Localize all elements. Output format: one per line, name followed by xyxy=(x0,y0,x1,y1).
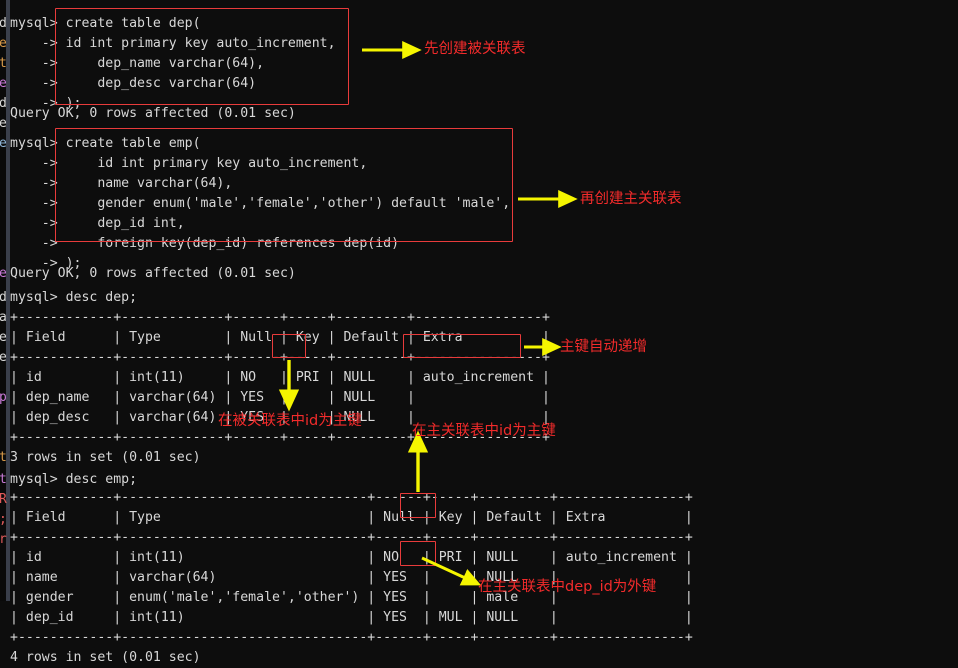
terminal-line: -> dep_id int, xyxy=(10,216,185,231)
terminal-line: -> id int primary key auto_increment, xyxy=(10,156,368,171)
annotation-a3: 主键自动递增 xyxy=(560,339,647,355)
terminal-line: mysql> desc emp; xyxy=(10,472,138,487)
terminal-line: Query OK, 0 rows affected (0.01 sec) xyxy=(10,266,296,281)
terminal-line: mysql> desc dep; xyxy=(10,290,138,305)
annotation-a5: 在主关联表中id为主键 xyxy=(412,423,556,439)
terminal-line: +------------+-------------+------+-----… xyxy=(10,310,550,325)
terminal-line: -> dep_name varchar(64), xyxy=(10,56,265,71)
terminal-line: | id | int(11) | NO | PRI | NULL | auto_… xyxy=(10,370,550,385)
terminal-window[interactable]: detedeeedaeepttR;r mysql> create table d… xyxy=(0,0,958,665)
annotation-a1: 先创建被关联表 xyxy=(424,41,526,57)
terminal-line: | Field | Type | Null | Key | Default | … xyxy=(10,510,693,525)
terminal-line: -> foreign key(dep_id) references dep(id… xyxy=(10,236,400,251)
terminal-line: -> dep_desc varchar(64) xyxy=(10,76,257,91)
terminal-line: mysql> create table dep( xyxy=(10,16,201,31)
terminal-line: Query OK, 0 rows affected (0.01 sec) xyxy=(10,106,296,121)
terminal-line: 3 rows in set (0.01 sec) xyxy=(10,450,201,465)
terminal-line: -> id int primary key auto_increment, xyxy=(10,36,336,51)
terminal-line: +------------+-------------+------+-----… xyxy=(10,350,550,365)
terminal-line: -> gender enum('male','female','other') … xyxy=(10,196,511,211)
terminal-line: 4 rows in set (0.01 sec) xyxy=(10,650,201,665)
terminal-line: | Field | Type | Null | Key | Default | … xyxy=(10,330,550,345)
terminal-line: -> name varchar(64), xyxy=(10,176,233,191)
annotation-a4: 在被关联表中id为主键 xyxy=(218,413,362,429)
terminal-line: | dep_name | varchar(64) | YES | | NULL … xyxy=(10,390,550,405)
terminal-line: | dep_id | int(11) | YES | MUL | NULL | … xyxy=(10,610,693,625)
terminal-line: +------------+--------------------------… xyxy=(10,630,693,645)
terminal-line: +------------+--------------------------… xyxy=(10,490,693,505)
terminal-line: +------------+--------------------------… xyxy=(10,530,693,545)
terminal-line: | id | int(11) | NO | PRI | NULL | auto_… xyxy=(10,550,693,565)
annotation-a2: 再创建主关联表 xyxy=(580,191,682,207)
terminal-output: mysql> create table dep( -> id int prima… xyxy=(0,0,958,665)
annotation-a6: 在主关联表中dep_id为外键 xyxy=(478,579,657,595)
terminal-line: mysql> create table emp( xyxy=(10,136,201,151)
